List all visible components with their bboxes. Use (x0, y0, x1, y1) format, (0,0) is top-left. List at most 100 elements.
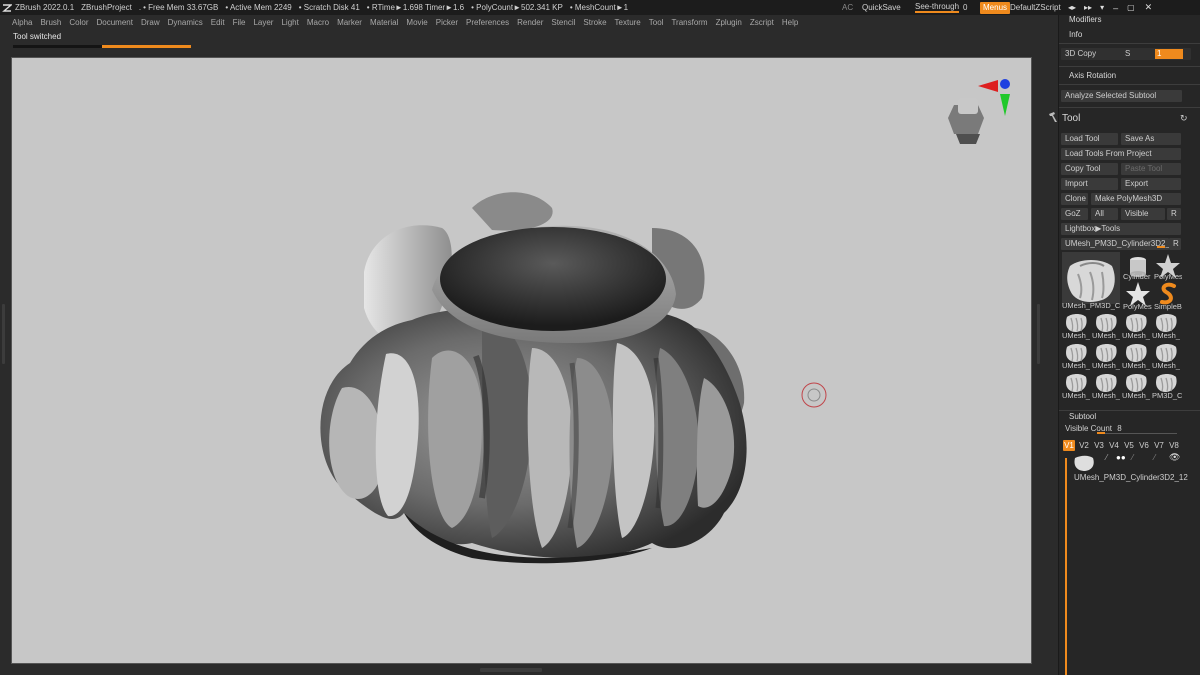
menu-tool[interactable]: Tool (649, 18, 664, 27)
save-as-button[interactable]: Save As (1121, 133, 1181, 145)
bottom-shelf-grip[interactable] (480, 668, 542, 672)
menu-material[interactable]: Material (370, 18, 398, 27)
menu-marker[interactable]: Marker (337, 18, 362, 27)
menu-light[interactable]: Light (281, 18, 298, 27)
quicksave-button[interactable]: QuickSave (862, 0, 901, 15)
document-canvas[interactable] (11, 57, 1032, 664)
load-tools-from-project-button[interactable]: Load Tools From Project (1061, 148, 1181, 160)
subtool-tab-v1[interactable]: V1 (1063, 440, 1075, 451)
tool-thumb-label: UMesh_ (1152, 361, 1180, 370)
ac-button[interactable]: AC (842, 0, 853, 15)
notification-text: Tool switched (13, 32, 62, 41)
subtool-tab-v7[interactable]: V7 (1153, 440, 1165, 451)
project-name[interactable]: ZBrushProject (81, 3, 132, 12)
make-polymesh3d-button[interactable]: Make PolyMesh3D (1091, 193, 1181, 205)
lightbox-tools-button[interactable]: Lightbox▶Tools (1061, 223, 1181, 235)
menu-stencil[interactable]: Stencil (551, 18, 575, 27)
info-header[interactable]: Info (1069, 30, 1082, 39)
right-shelf-grip[interactable] (1037, 304, 1040, 364)
subtool-header[interactable]: Subtool (1069, 412, 1096, 421)
layout-toggle-icon-2[interactable]: ▸▸ (1084, 3, 1092, 12)
current-tool-r-button[interactable]: R (1169, 238, 1181, 250)
analyze-subtool-button[interactable]: Analyze Selected Subtool (1061, 90, 1182, 102)
menu-color[interactable]: Color (69, 18, 88, 27)
menu-render[interactable]: Render (517, 18, 543, 27)
meshcount: • MeshCount►1 (569, 3, 629, 12)
menus-button[interactable]: Menus (980, 0, 1011, 15)
axis-rotation-header[interactable]: Axis Rotation (1069, 71, 1116, 80)
copy-3d-label: 3D Copy (1065, 49, 1097, 58)
minimize-icon[interactable]: – (1113, 3, 1118, 13)
menu-help[interactable]: Help (782, 18, 798, 27)
menu-texture[interactable]: Texture (615, 18, 641, 27)
menu-document[interactable]: Document (97, 18, 133, 27)
copy-3d-s-label: S (1125, 49, 1131, 58)
import-button[interactable]: Import (1061, 178, 1118, 190)
menu-macro[interactable]: Macro (307, 18, 329, 27)
visible-count-slider[interactable]: Visible Count 8 (1061, 423, 1177, 435)
see-through-value: 0 (963, 3, 968, 12)
hammer-icon[interactable] (1047, 111, 1059, 125)
subtool-polypaint-icon[interactable]: ⁄ (1154, 453, 1155, 462)
copy-tool-button[interactable]: Copy Tool (1061, 163, 1118, 175)
subtool-name[interactable]: UMesh_PM3D_Cylinder3D2_12 (1074, 473, 1199, 482)
current-tool-slider[interactable]: UMesh_PM3D_Cylinder3D2_1 (1061, 238, 1169, 250)
subtool-solo-icon[interactable]: ●● (1116, 453, 1126, 462)
menu-picker[interactable]: Picker (436, 18, 458, 27)
subtool-lock-icon[interactable]: ⁄ (1132, 453, 1133, 462)
paste-tool-button[interactable]: Paste Tool (1121, 163, 1181, 175)
subtool-tab-v3[interactable]: V3 (1093, 440, 1105, 451)
menu-file[interactable]: File (233, 18, 246, 27)
goz-r-button[interactable]: R (1167, 208, 1181, 220)
eye-icon[interactable]: 👁 (1169, 452, 1180, 463)
close-icon[interactable]: ✕ (1145, 2, 1153, 13)
subtool-brush-icon[interactable]: ⁄ (1106, 453, 1107, 462)
menu-movie[interactable]: Movie (406, 18, 427, 27)
subtool-tab-v5[interactable]: V5 (1123, 440, 1135, 451)
left-shelf-grip[interactable] (2, 304, 5, 364)
menu-draw[interactable]: Draw (141, 18, 160, 27)
right-tray: Modifiers Info 3D Copy S 1 Axis Rotation… (1049, 15, 1200, 675)
subtool-tab-v8[interactable]: V8 (1168, 440, 1180, 451)
menu-zplugin[interactable]: Zplugin (716, 18, 742, 27)
menu-stroke[interactable]: Stroke (583, 18, 606, 27)
copy-3d-slider[interactable]: 3D Copy S 1 (1061, 48, 1191, 60)
polycount: • PolyCount►502.341 KP (471, 3, 563, 12)
thumb-big-label: UMesh_PM3D_C (1062, 301, 1120, 310)
tool-thumb-label: PM3D_C (1152, 391, 1182, 400)
modifiers-header[interactable]: Modifiers (1069, 15, 1101, 24)
menu-edit[interactable]: Edit (211, 18, 225, 27)
see-through-slider[interactable]: See-through 0 (915, 0, 967, 15)
app-version: ZBrush 2022.0.1 (15, 3, 75, 12)
sculpt-mesh[interactable] (320, 192, 747, 564)
goz-all-button[interactable]: All (1091, 208, 1118, 220)
subtool-tab-v6[interactable]: V6 (1138, 440, 1150, 451)
layout-toggle-icon-3[interactable]: ▾ (1100, 3, 1104, 12)
maximize-icon[interactable]: ▢ (1127, 3, 1135, 12)
load-tool-button[interactable]: Load Tool (1061, 133, 1118, 145)
default-zscript-button[interactable]: DefaultZScript (1010, 0, 1061, 15)
navigation-gizmo[interactable] (948, 79, 1010, 144)
menu-dynamics[interactable]: Dynamics (168, 18, 203, 27)
goz-button[interactable]: GoZ (1061, 208, 1088, 220)
menu-transform[interactable]: Transform (671, 18, 707, 27)
refresh-icon[interactable]: ↻ (1180, 113, 1188, 124)
thumb-big[interactable] (1062, 252, 1120, 304)
subtool-thumb[interactable] (1071, 454, 1097, 472)
subtool-tab-v4[interactable]: V4 (1108, 440, 1120, 451)
menu-layer[interactable]: Layer (253, 18, 273, 27)
goz-visible-button[interactable]: Visible (1121, 208, 1165, 220)
subtool-selection-bar (1065, 458, 1067, 675)
export-button[interactable]: Export (1121, 178, 1181, 190)
tool-thumb-label: UMesh_ (1152, 331, 1180, 340)
right-shelf (1032, 54, 1058, 675)
tool-title[interactable]: Tool (1062, 113, 1080, 124)
clone-button[interactable]: Clone (1061, 193, 1088, 205)
tool-thumb-label: UMesh_ (1062, 391, 1090, 400)
layout-toggle-icon[interactable]: ◂▸ (1068, 3, 1076, 12)
subtool-tab-v2[interactable]: V2 (1078, 440, 1090, 451)
menu-zscript[interactable]: Zscript (750, 18, 774, 27)
menu-preferences[interactable]: Preferences (466, 18, 509, 27)
menu-brush[interactable]: Brush (40, 18, 61, 27)
menu-alpha[interactable]: Alpha (12, 18, 32, 27)
